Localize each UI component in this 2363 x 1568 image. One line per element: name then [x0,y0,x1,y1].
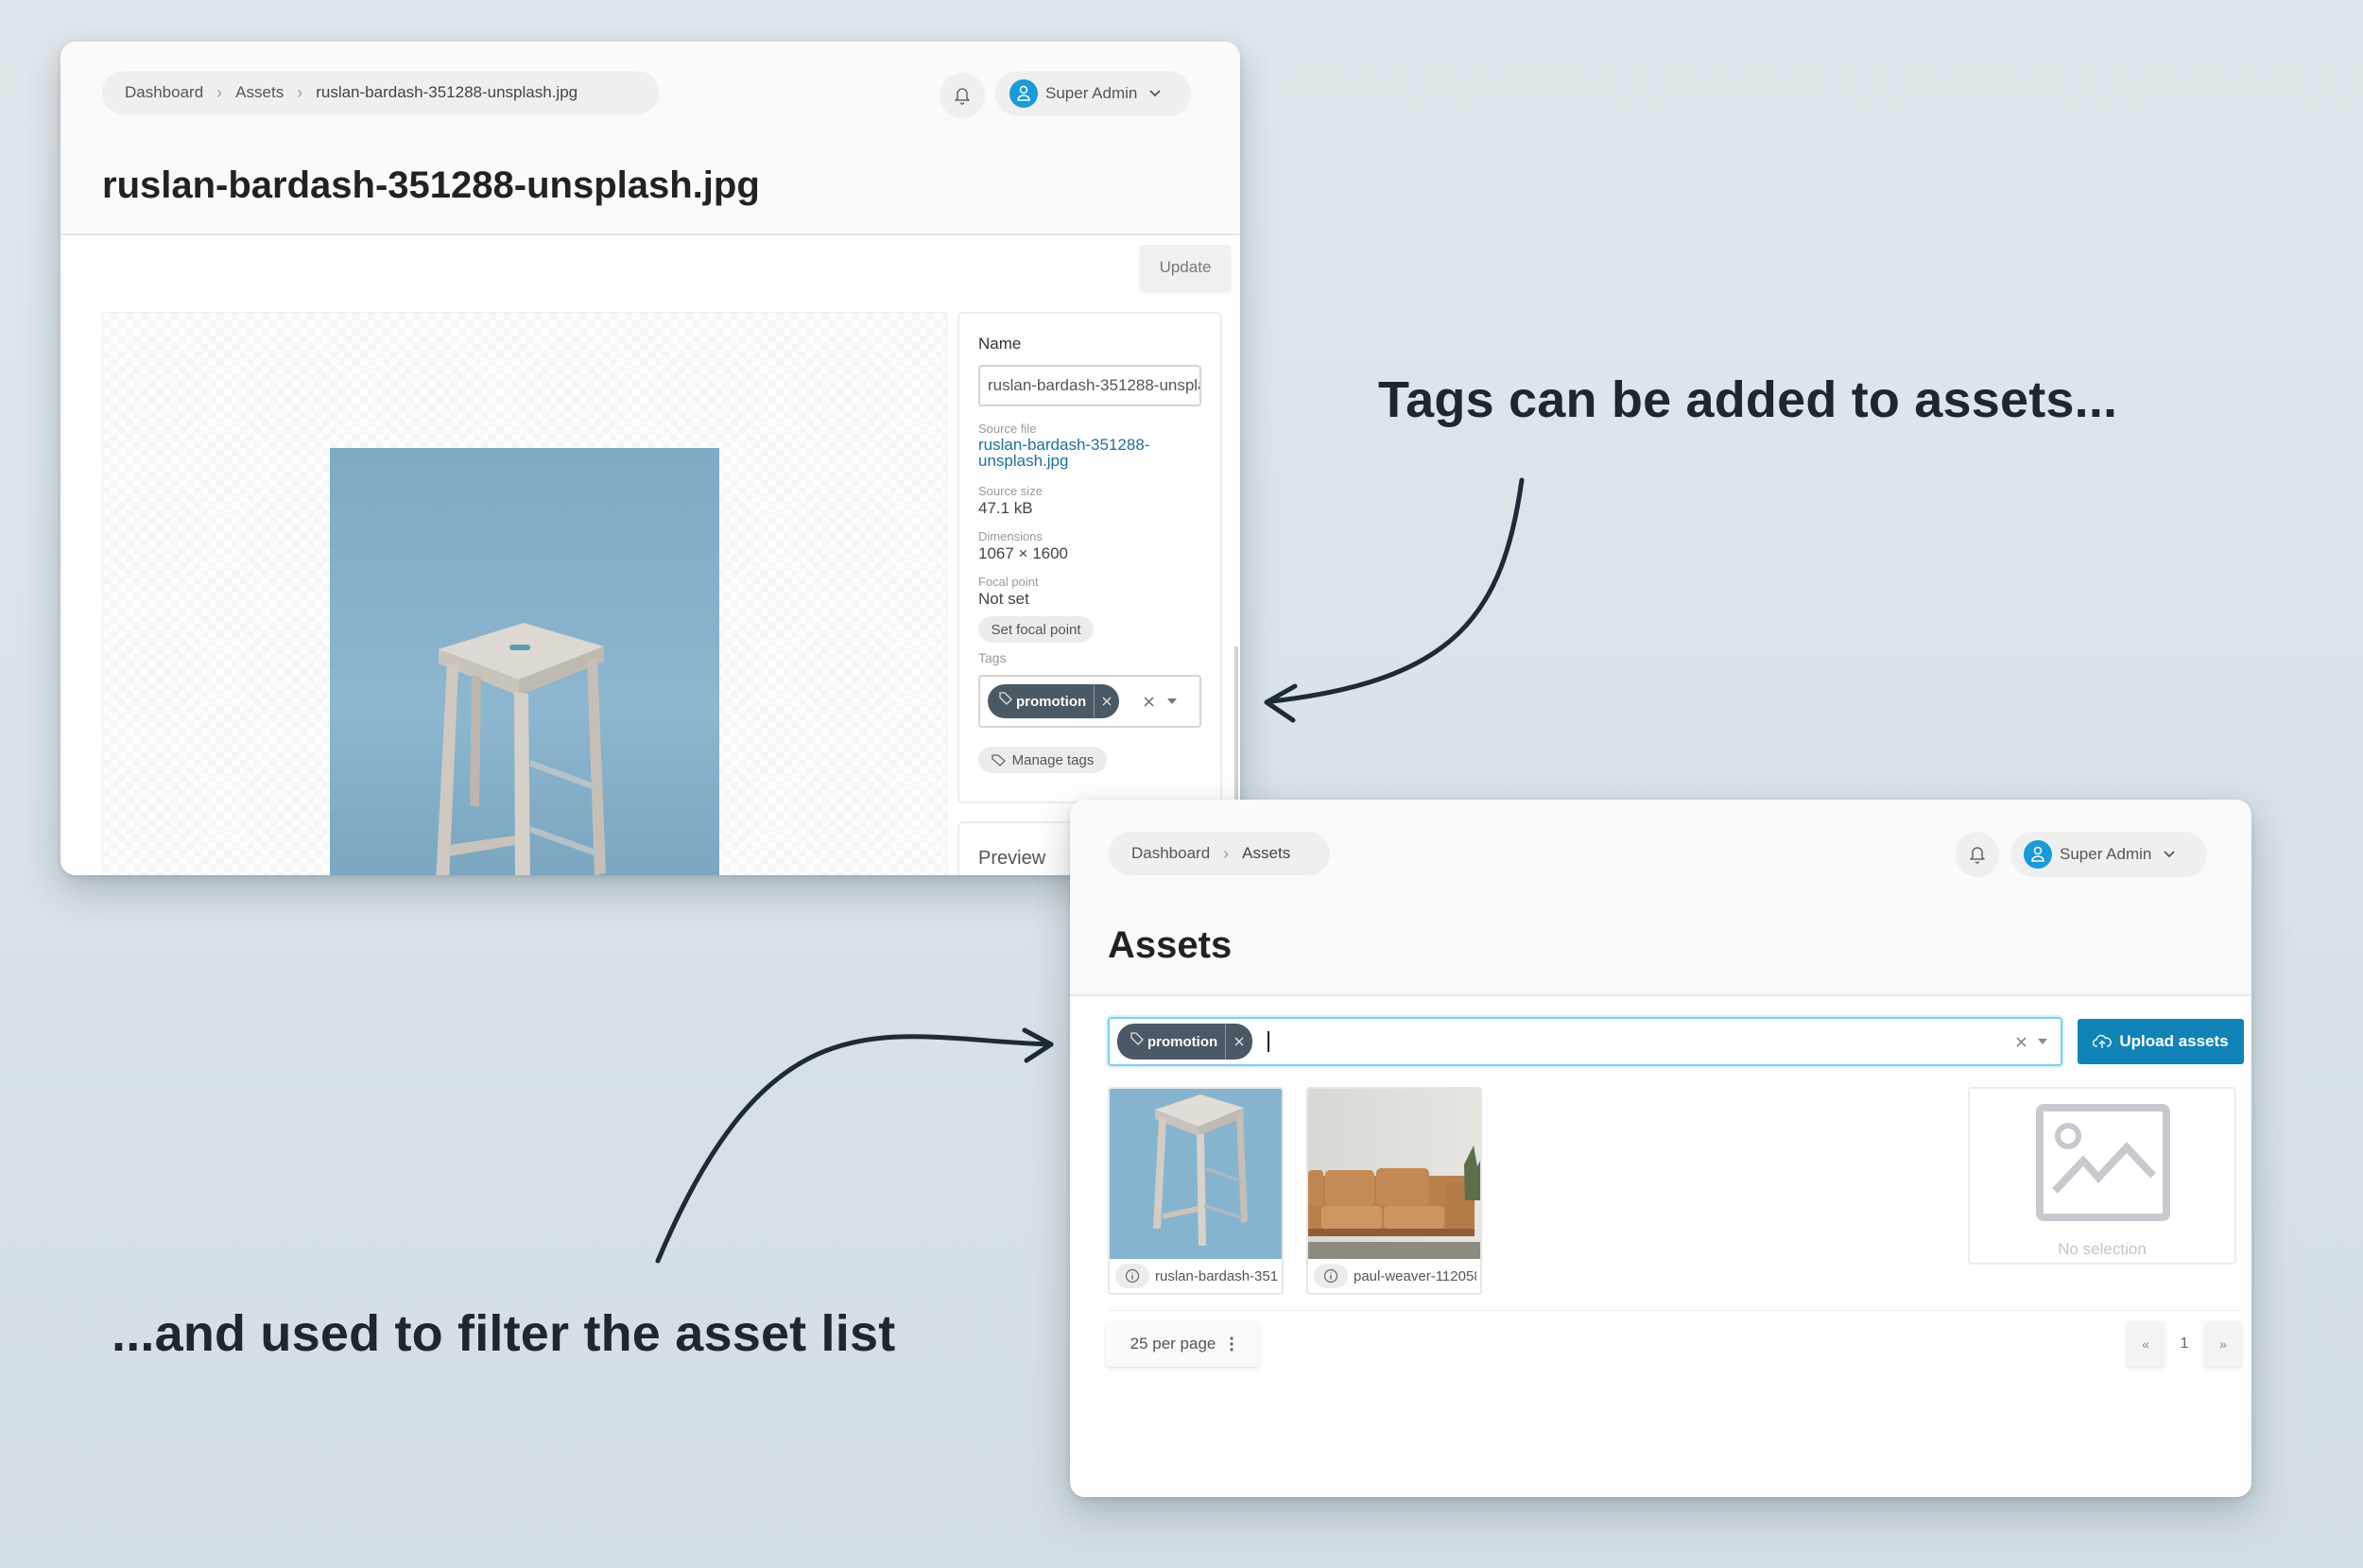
asset-caption: ruslan-bardash-351288-unsplash.jpg [1110,1259,1282,1293]
breadcrumb: Dashboard › Assets [1109,832,1330,875]
remove-tag-button[interactable] [1225,1024,1252,1060]
user-avatar [2024,840,2052,869]
image-placeholder-icon [2036,1104,2170,1221]
tag-icon [1130,1032,1144,1045]
info-icon [1323,1268,1338,1284]
upload-label[interactable]: Upload assets [2119,1032,2228,1051]
text-cursor [1268,1031,1270,1052]
info-button[interactable] [1115,1264,1149,1288]
asset-name: ruslan-bardash-351288-unsplash.jpg [1155,1267,1278,1284]
info-button[interactable] [1314,1264,1348,1288]
asset-thumbnail-stool [1110,1089,1282,1263]
breadcrumb-current: Assets [1242,844,1291,862]
no-selection-label: No selection [2058,1240,2147,1258]
list-divider [1108,1310,2242,1311]
pagination-next[interactable]: » [2204,1321,2242,1367]
notifications-button[interactable] [1956,832,1999,877]
pagination-prev[interactable]: « [2127,1321,2165,1367]
bell-icon [1970,847,1985,864]
asset-card[interactable]: paul-weaver-1120584-unsplash.jpg [1306,1087,1482,1295]
user-menu[interactable]: Super Admin [2010,832,2207,877]
user-icon [2031,846,2044,862]
asset-name: paul-weaver-1120584-unsplash.jpg [1354,1267,1476,1284]
asset-list-window: Dashboard › Assets Super Admin Assets pr… [1070,800,2251,1497]
info-icon [1125,1268,1140,1284]
breadcrumb-dashboard[interactable]: Dashboard [1131,844,1210,863]
chevron-right-icon: › [1223,843,1230,863]
clear-icon[interactable] [2016,1036,2027,1047]
chevron-down-icon [2164,851,2175,858]
tag-chip-promotion: promotion [1117,1024,1253,1060]
tag-filter-input[interactable]: promotion [1108,1017,2062,1066]
asset-card[interactable]: ruslan-bardash-351288-unsplash.jpg [1108,1087,1284,1295]
user-name: Super Admin [2060,845,2152,863]
more-vertical-icon [1230,1336,1233,1352]
tag-chip-label: promotion [1147,1033,1218,1050]
per-page-select[interactable]: 25 per page [1106,1321,1259,1367]
upload-assets-button[interactable]: Upload assets [2078,1019,2244,1064]
asset-caption: paul-weaver-1120584-unsplash.jpg [1308,1259,1480,1293]
close-icon [1234,1037,1244,1046]
asset-thumbnail-sofa [1308,1089,1480,1263]
per-page-label[interactable]: 25 per page [1130,1335,1216,1353]
pagination-current[interactable]: 1 [2166,1321,2202,1367]
dropdown-caret-icon[interactable] [2038,1039,2047,1044]
page-title: Assets [1108,924,1233,966]
selection-preview: No selection [1968,1087,2236,1265]
cloud-upload-icon [2093,1034,2113,1048]
